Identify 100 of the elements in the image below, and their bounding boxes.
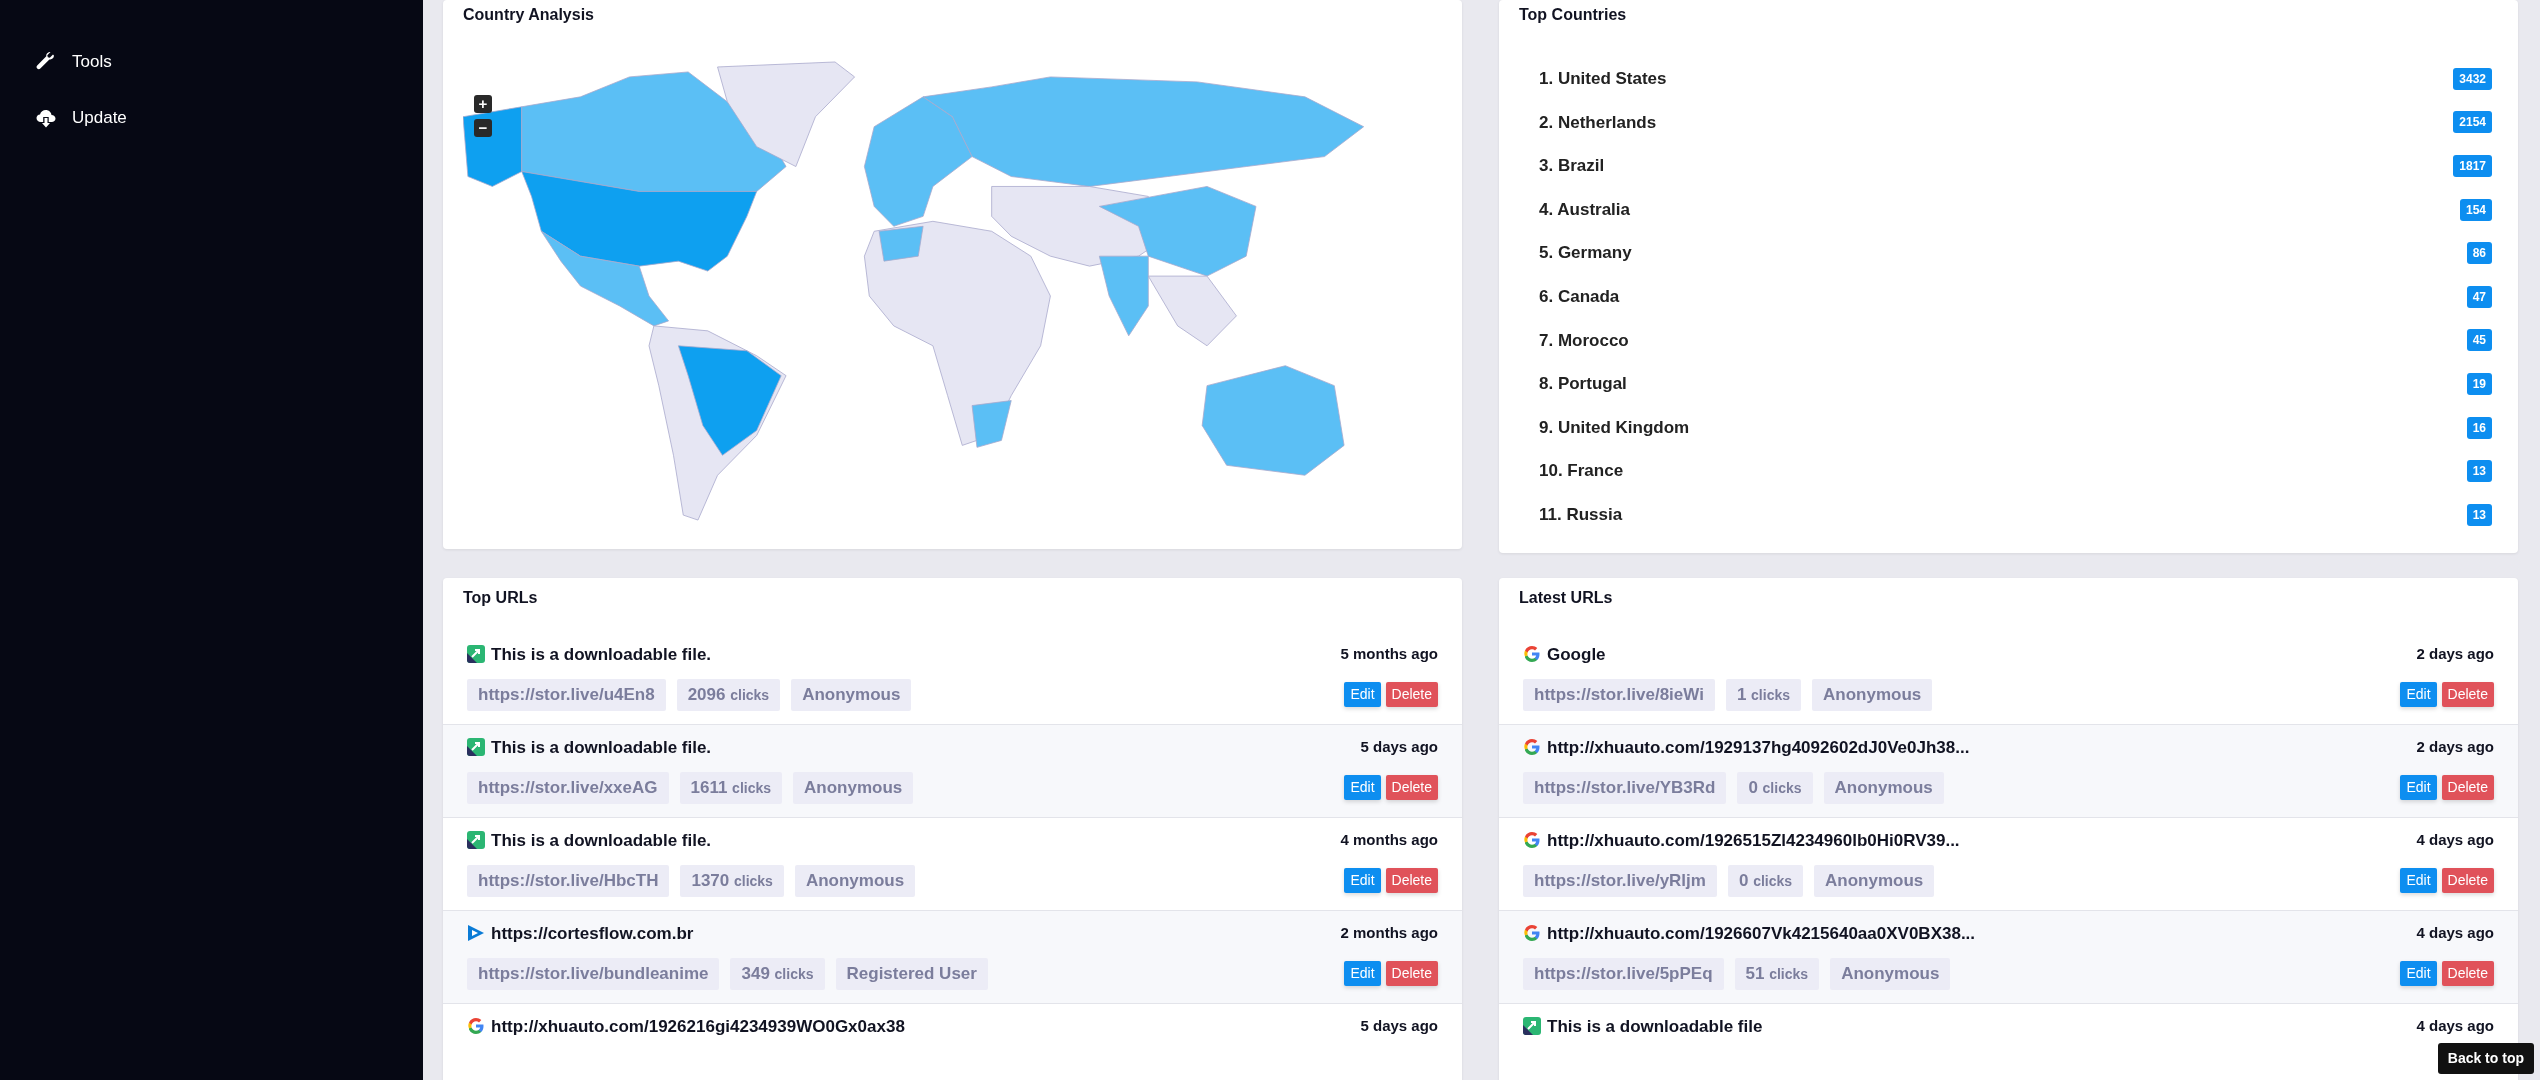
delete-button[interactable]: Delete bbox=[2441, 682, 2494, 708]
delete-button[interactable]: Delete bbox=[1385, 868, 1438, 894]
google-icon bbox=[1523, 645, 1541, 664]
time-ago: 5 days ago bbox=[1360, 737, 1438, 758]
edit-button[interactable]: Edit bbox=[2400, 775, 2437, 801]
click-count: 1611 clicks bbox=[679, 772, 783, 804]
wrench-icon bbox=[36, 52, 56, 72]
delete-button[interactable]: Delete bbox=[1385, 775, 1438, 801]
count-badge: 1817 bbox=[2453, 155, 2492, 177]
url-title: http://xhuauto.com/1929137hg4092602dJ0Ve0Jh38... bbox=[1547, 736, 1970, 759]
short-url: https://stor.live/HbcTH bbox=[467, 865, 670, 897]
short-url: https://stor.live/YB3Rd bbox=[1523, 772, 1727, 804]
click-count: 0 clicks bbox=[1727, 865, 1804, 897]
time-ago: 4 months ago bbox=[1340, 830, 1438, 851]
country-name: 5. Germany bbox=[1539, 242, 1632, 265]
time-ago: 2 days ago bbox=[2416, 644, 2494, 665]
url-title: This is a downloadable file. bbox=[491, 829, 712, 852]
file-icon bbox=[467, 831, 485, 850]
country-name: 3. Brazil bbox=[1539, 155, 1605, 178]
user-type: Anonymous bbox=[1830, 958, 1951, 990]
country-name: 4. Australia bbox=[1539, 198, 1631, 221]
delete-button[interactable]: Delete bbox=[2441, 868, 2494, 894]
click-count: 0 clicks bbox=[1737, 772, 1813, 804]
file-icon bbox=[467, 738, 485, 757]
count-badge: 86 bbox=[2466, 242, 2492, 265]
edit-button[interactable]: Edit bbox=[1344, 775, 1381, 801]
card-title: Latest URLs bbox=[1518, 587, 1614, 608]
edit-button[interactable]: Edit bbox=[2400, 682, 2437, 708]
zoom-in-button[interactable]: + bbox=[474, 95, 492, 113]
url-title: This is a downloadable file. bbox=[491, 736, 712, 759]
url-title: http://xhuauto.com/1926515Zl4234960lb0Hi0RV39... bbox=[1547, 829, 1960, 852]
edit-button[interactable]: Edit bbox=[1344, 868, 1381, 894]
edit-button[interactable]: Edit bbox=[2400, 868, 2437, 894]
edit-button[interactable]: Edit bbox=[2400, 961, 2437, 987]
country-name: 2. Netherlands bbox=[1539, 111, 1657, 134]
url-title: http://xhuauto.com/1926216gi4234939WO0Gx0ax38 bbox=[491, 1015, 905, 1038]
back-to-top-button[interactable]: Back to top bbox=[2437, 1043, 2534, 1074]
delete-button[interactable]: Delete bbox=[1385, 961, 1438, 987]
country-name: 7. Morocco bbox=[1539, 329, 1629, 352]
user-type: Anonymous bbox=[1814, 865, 1935, 897]
country-name: 6. Canada bbox=[1539, 286, 1620, 308]
time-ago: 2 days ago bbox=[2416, 737, 2494, 758]
time-ago: 4 days ago bbox=[2416, 830, 2494, 851]
count-badge: 16 bbox=[2466, 416, 2492, 439]
country-name: 10. France bbox=[1539, 460, 1624, 483]
short-url: https://stor.live/8ieWi bbox=[1523, 679, 1715, 711]
click-count: 349 clicks bbox=[730, 958, 825, 990]
sidebar-item[interactable]: Update bbox=[0, 90, 127, 146]
click-count: 1370 clicks bbox=[680, 865, 784, 897]
short-url: https://stor.live/yRljm bbox=[1523, 865, 1717, 897]
country-name: 9. United Kingdom bbox=[1539, 416, 1690, 439]
time-ago: 4 days ago bbox=[2416, 1016, 2494, 1037]
user-type: Anonymous bbox=[793, 772, 914, 804]
user-type: Registered User bbox=[835, 958, 988, 990]
google-icon bbox=[1523, 924, 1541, 943]
short-url: https://stor.live/5pPEq bbox=[1523, 958, 1724, 990]
country-name: 8. Portugal bbox=[1539, 373, 1627, 396]
cloud-download-icon bbox=[36, 108, 56, 128]
country-name: 11. Russia bbox=[1539, 504, 1623, 526]
card-title: Top URLs bbox=[462, 587, 539, 608]
short-url: https://stor.live/u4En8 bbox=[467, 679, 666, 711]
delete-button[interactable]: Delete bbox=[1385, 682, 1438, 708]
click-count: 2096 clicks bbox=[676, 679, 781, 711]
google-icon bbox=[1523, 738, 1541, 757]
count-badge: 45 bbox=[2466, 329, 2492, 352]
url-title: This is a downloadable file bbox=[1547, 1015, 1763, 1038]
count-badge: 154 bbox=[2459, 198, 2492, 221]
count-badge: 3432 bbox=[2453, 67, 2492, 90]
count-badge: 13 bbox=[2466, 503, 2492, 526]
zoom-out-button[interactable]: − bbox=[474, 119, 492, 137]
short-url: https://stor.live/bundleanime bbox=[467, 958, 720, 990]
click-count: 1 clicks bbox=[1725, 679, 1801, 711]
count-badge: 47 bbox=[2466, 285, 2492, 308]
url-title: This is a downloadable file. bbox=[491, 643, 712, 666]
user-type: Anonymous bbox=[794, 865, 916, 897]
google-icon bbox=[1523, 831, 1541, 850]
short-url: https://stor.live/xxeAG bbox=[467, 772, 669, 804]
delete-button[interactable]: Delete bbox=[2441, 961, 2494, 987]
country-name: 1. United States bbox=[1539, 68, 1667, 91]
edit-button[interactable]: Edit bbox=[1344, 961, 1381, 987]
google-icon bbox=[467, 1017, 485, 1036]
card-title: Country Analysis bbox=[462, 5, 595, 25]
file-icon bbox=[1523, 1017, 1541, 1036]
delete-button[interactable]: Delete bbox=[2441, 775, 2494, 801]
user-type: Anonymous bbox=[791, 679, 912, 711]
click-count: 51 clicks bbox=[1734, 958, 1820, 990]
count-badge: 19 bbox=[2466, 372, 2492, 395]
url-title: https://cortesflow.com.br bbox=[491, 922, 694, 945]
time-ago: 4 days ago bbox=[2416, 923, 2494, 944]
user-type: Anonymous bbox=[1823, 772, 1944, 804]
time-ago: 5 months ago bbox=[1340, 644, 1438, 665]
count-badge: 13 bbox=[2466, 460, 2492, 483]
sidebar-item[interactable]: Tools bbox=[0, 34, 112, 90]
user-type: Anonymous bbox=[1812, 679, 1933, 711]
play-icon bbox=[467, 924, 485, 943]
url-title: http://xhuauto.com/1926607Vk4215640aa0XV0BX38... bbox=[1547, 922, 1976, 945]
time-ago: 5 days ago bbox=[1360, 1016, 1438, 1037]
edit-button[interactable]: Edit bbox=[1344, 682, 1381, 708]
file-icon bbox=[467, 645, 485, 664]
card-title: Top Countries bbox=[1518, 5, 1628, 25]
